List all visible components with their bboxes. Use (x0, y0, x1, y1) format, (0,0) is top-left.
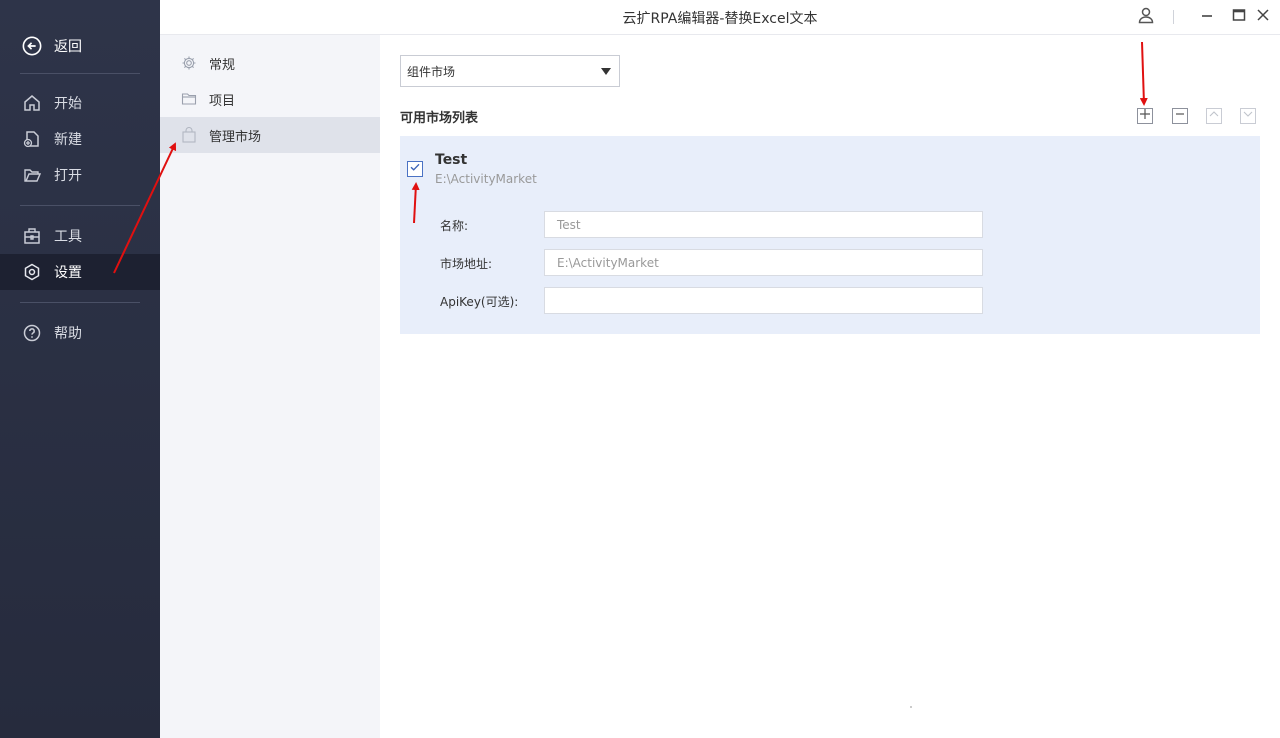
folder-icon (180, 90, 198, 108)
settings-hex-icon (22, 262, 42, 282)
market-path: E:\ActivityMarket (435, 172, 537, 186)
title-separator (1173, 10, 1174, 24)
move-down-button[interactable] (1240, 108, 1256, 124)
home-icon (22, 93, 42, 113)
toolbox-icon (22, 226, 42, 246)
market-url-field-label: 市场地址: (440, 257, 493, 271)
back-arrow-icon (22, 36, 42, 56)
name-input[interactable]: Test (544, 211, 983, 238)
nav-item-settings[interactable]: 设置 (0, 254, 160, 290)
add-market-button[interactable] (1137, 108, 1153, 124)
title-bar: 云扩RPA编辑器-替换Excel文本 (160, 0, 1280, 35)
maximize-button[interactable] (1229, 7, 1249, 27)
settings-item-general[interactable]: 常规 (160, 45, 380, 81)
market-type-dropdown[interactable]: 组件市场 (400, 55, 620, 87)
market-list-title: 可用市场列表 (400, 111, 479, 126)
move-up-button[interactable] (1206, 108, 1222, 124)
checkmark-icon (409, 161, 421, 177)
settings-item-project[interactable]: 项目 (160, 81, 380, 117)
back-label: 返回 (54, 39, 82, 55)
nav-item-label: 开始 (54, 96, 82, 112)
plus-icon (1139, 108, 1151, 124)
open-folder-icon (22, 165, 42, 185)
nav-item-label: 设置 (54, 265, 82, 281)
maximize-icon (1232, 8, 1246, 26)
market-name: Test (435, 152, 468, 168)
gear-icon (180, 54, 198, 72)
settings-item-label: 常规 (209, 57, 236, 73)
minimize-icon (1200, 8, 1214, 26)
settings-menu: 常规 项目 管理市场 (160, 0, 380, 738)
market-settings-panel: 组件市场 可用市场列表 Test E:\ActivityMarket 名称: T… (380, 35, 1280, 738)
minus-icon (1174, 108, 1186, 124)
settings-item-label: 项目 (209, 93, 236, 109)
new-file-icon (22, 129, 42, 149)
shopping-bag-icon (180, 126, 198, 144)
divider (20, 73, 140, 74)
name-field-label: 名称: (440, 219, 469, 233)
nav-item-tools[interactable]: 工具 (0, 218, 160, 254)
dropdown-value: 组件市场 (407, 64, 456, 79)
user-icon (1137, 6, 1155, 28)
help-icon (22, 323, 42, 343)
nav-item-label: 打开 (54, 168, 82, 184)
divider (20, 302, 140, 303)
window-title: 云扩RPA编辑器-替换Excel文本 (622, 11, 818, 27)
remove-market-button[interactable] (1172, 108, 1188, 124)
apikey-field-label: ApiKey(可选): (440, 295, 519, 309)
nav-item-label: 工具 (54, 229, 82, 245)
nav-item-label: 新建 (54, 132, 82, 148)
nav-item-help[interactable]: 帮助 (0, 315, 160, 351)
main-sidebar: 返回 开始 新建 打开 工具 设置 帮助 (0, 0, 160, 738)
nav-item-label: 帮助 (54, 326, 82, 342)
nav-item-start[interactable]: 开始 (0, 85, 160, 121)
apikey-input[interactable] (544, 287, 983, 314)
nav-item-open[interactable]: 打开 (0, 157, 160, 193)
stray-dot (910, 706, 912, 708)
chevron-down-icon (1242, 108, 1254, 124)
market-url-input[interactable]: E:\ActivityMarket (544, 249, 983, 276)
caret-down-icon (601, 68, 611, 75)
close-icon (1256, 8, 1270, 26)
close-button[interactable] (1253, 7, 1273, 27)
divider (20, 205, 140, 206)
user-account-button[interactable] (1136, 7, 1156, 27)
chevron-up-icon (1208, 108, 1220, 124)
market-enabled-checkbox[interactable] (407, 161, 423, 177)
back-button[interactable]: 返回 (0, 28, 160, 64)
settings-item-manage-market[interactable]: 管理市场 (160, 117, 380, 153)
minimize-button[interactable] (1197, 7, 1217, 27)
nav-item-new[interactable]: 新建 (0, 121, 160, 157)
market-card: Test E:\ActivityMarket 名称: Test 市场地址: E:… (400, 136, 1260, 334)
settings-item-label: 管理市场 (209, 129, 262, 145)
